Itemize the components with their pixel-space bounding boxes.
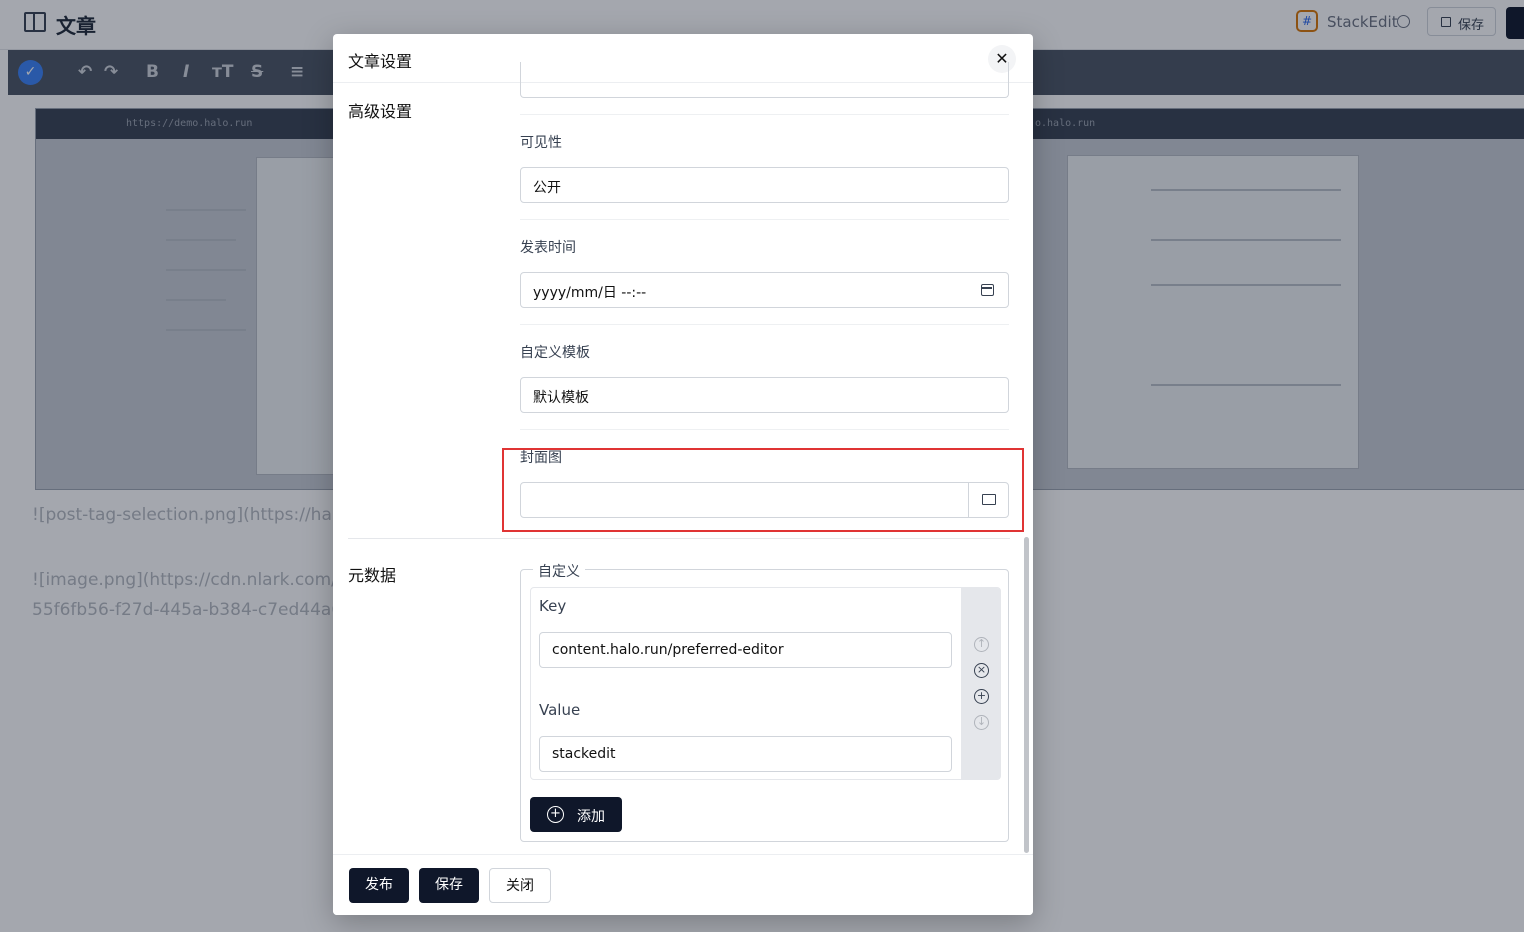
key-input[interactable]: content.halo.run/preferred-editor [539,632,952,668]
key-label: Key [539,597,567,615]
insert-entry-icon[interactable]: + [974,689,989,704]
section-divider [348,538,1010,539]
publish-time-label: 发表时间 [520,240,576,256]
move-down-icon[interactable]: ↓ [974,715,989,730]
save-button[interactable]: 保存 [419,868,479,903]
field-divider [520,219,1009,220]
metadata-entry: Key content.halo.run/preferred-editor Va… [530,587,1001,780]
metadata-label: 元数据 [348,566,397,585]
field-divider [520,114,1009,115]
visibility-select[interactable]: 公开 [520,167,1009,203]
publish-time-input[interactable]: yyyy/mm/日 --:-- [520,272,1009,308]
add-metadata-label: 添加 [577,809,605,825]
publish-button[interactable]: 发布 [349,868,409,903]
modal-scrollbar[interactable] [1024,537,1029,853]
publish-time-placeholder: yyyy/mm/日 --:-- [533,285,647,301]
visibility-label: 可见性 [520,135,562,151]
value-input[interactable]: stackedit [539,736,952,772]
field-divider [520,324,1009,325]
move-up-icon[interactable]: ↑ [974,637,989,652]
previous-field-input[interactable] [520,62,1009,98]
template-select[interactable]: 默认模板 [520,377,1009,413]
custom-metadata-fieldset: 自定义 Key content.halo.run/preferred-edito… [520,561,1009,842]
post-settings-modal: 文章设置 ✕ 高级设置 可见性 公开 发表时间 yyyy/mm/日 --:-- … [333,34,1033,915]
value-label: Value [539,701,581,719]
advanced-settings-label: 高级设置 [348,102,413,121]
entry-actions: ↑ × + ↓ [961,588,1001,779]
highlight-annotation [502,448,1024,532]
custom-metadata-legend: 自定义 [533,561,585,581]
calendar-icon[interactable] [981,284,994,296]
remove-entry-icon[interactable]: × [974,663,989,678]
add-metadata-button[interactable]: + 添加 [530,797,622,832]
field-divider [520,429,1009,430]
modal-footer: 发布 保存 关闭 [333,854,1033,915]
modal-title: 文章设置 [348,52,413,71]
plus-circle-icon: + [547,806,564,823]
template-label: 自定义模板 [520,345,590,361]
close-button[interactable]: 关闭 [489,868,551,903]
